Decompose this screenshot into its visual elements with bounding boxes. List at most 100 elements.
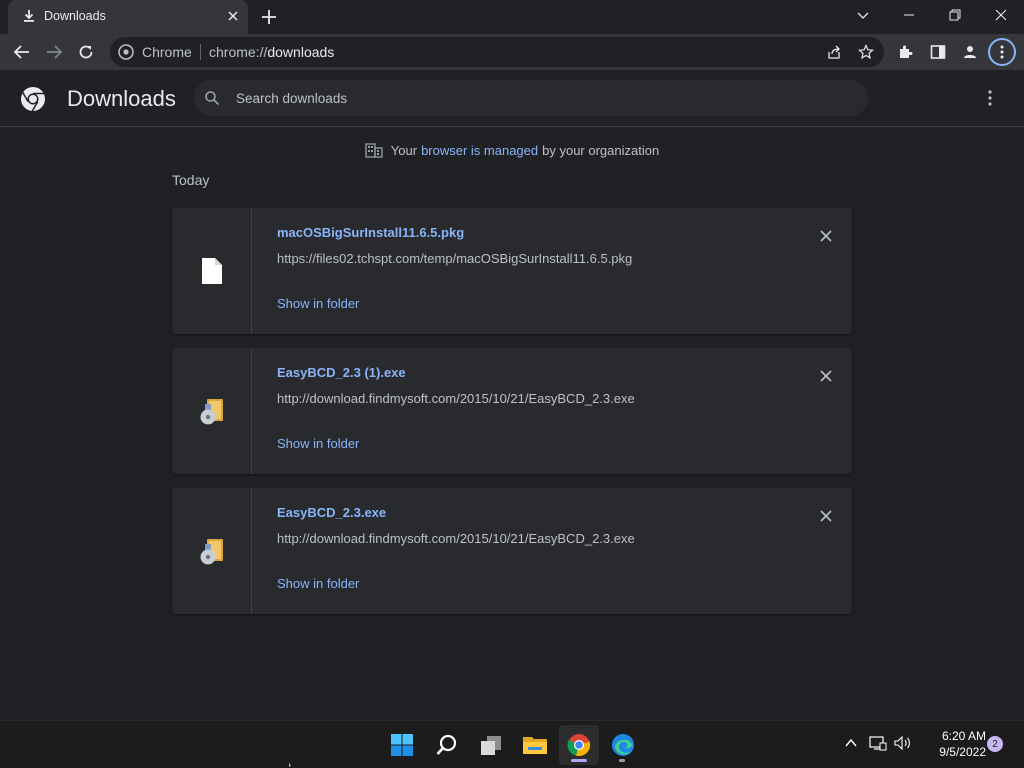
managed-link[interactable]: browser is managed <box>421 143 538 158</box>
star-icon <box>858 44 874 60</box>
search-icon <box>205 91 220 106</box>
show-in-folder-link[interactable]: Show in folder <box>277 576 359 591</box>
download-source-url[interactable]: http://download.findmysoft.com/2015/10/2… <box>277 391 635 406</box>
downloads-header: Downloads <box>0 70 1024 127</box>
file-icon <box>202 258 222 284</box>
more-actions-icon[interactable] <box>980 88 1000 108</box>
new-tab-icon[interactable] <box>258 6 280 28</box>
start-icon <box>391 734 413 756</box>
show-in-folder-link[interactable]: Show in folder <box>277 296 359 311</box>
close-window-button[interactable] <box>978 0 1024 30</box>
omnibox-chip: Chrome <box>142 44 192 60</box>
reload-icon <box>79 45 93 59</box>
search-box[interactable] <box>194 80 868 116</box>
restore-button[interactable] <box>932 0 978 30</box>
show-hidden-icons-button[interactable] <box>841 733 861 753</box>
page-title: Downloads <box>67 86 176 111</box>
taskbar-clock[interactable]: 6:20 AM 9/5/2022 <box>920 728 986 760</box>
tab-downloads[interactable]: Downloads <box>8 0 248 34</box>
bookmark-button[interactable] <box>856 42 876 62</box>
minimize-button[interactable] <box>886 0 932 30</box>
installer-icon <box>200 399 223 425</box>
url-host: downloads <box>267 44 335 60</box>
download-item: macOSBigSurInstall11.6.5.pkg https://fil… <box>172 208 852 334</box>
profile-button[interactable] <box>956 38 984 66</box>
managed-suffix: by your organization <box>542 142 660 158</box>
share-icon <box>828 45 840 59</box>
reload-button[interactable] <box>72 38 100 66</box>
tab-search-button[interactable] <box>840 0 886 30</box>
download-source-url[interactable]: http://download.findmysoft.com/2015/10/2… <box>277 531 635 546</box>
close-icon <box>820 370 832 382</box>
download-source-url[interactable]: https://files02.tchspt.com/temp/macOSBig… <box>277 251 632 266</box>
section-label-today: Today <box>172 172 210 188</box>
remove-download-button[interactable] <box>816 506 836 526</box>
back-button[interactable] <box>8 38 36 66</box>
chrome-icon <box>567 734 591 757</box>
file-explorer-icon <box>523 737 547 754</box>
chrome-logo-icon <box>21 87 45 112</box>
volume-button[interactable] <box>893 733 913 753</box>
browser-toolbar: Chrome chrome://downloads <box>0 34 1024 70</box>
more-vert-icon <box>1000 45 1004 59</box>
managed-prefix: Your <box>390 142 418 158</box>
download-filename-link[interactable]: macOSBigSurInstall11.6.5.pkg <box>277 225 464 240</box>
clock-time: 6:20 AM <box>941 729 986 743</box>
notification-badge[interactable]: 2 <box>987 736 1003 752</box>
volume-icon <box>894 735 910 751</box>
omnibox-url[interactable]: chrome://downloads <box>209 44 334 60</box>
share-button[interactable] <box>824 42 844 62</box>
remove-download-button[interactable] <box>816 366 836 386</box>
managed-notice: Your browser is managed by your organiza… <box>0 140 1024 160</box>
taskbar-search-button[interactable] <box>427 725 467 765</box>
tab-close-icon[interactable] <box>224 7 242 25</box>
person-icon <box>964 46 976 58</box>
download-item: EasyBCD_2.3 (1).exe http://download.find… <box>172 348 852 474</box>
installer-icon <box>200 539 223 565</box>
side-panel-button[interactable] <box>924 38 952 66</box>
running-app-indicator <box>619 759 625 762</box>
forward-button[interactable] <box>40 38 68 66</box>
chrome-menu-button[interactable] <box>988 38 1016 66</box>
extensions-button[interactable] <box>892 38 920 66</box>
search-input[interactable] <box>236 88 836 108</box>
forward-arrow-icon <box>47 45 63 59</box>
file-icon-column <box>172 208 252 334</box>
close-icon <box>820 510 832 522</box>
download-icon <box>24 10 34 22</box>
network-icon <box>869 736 887 751</box>
file-icon-column <box>172 488 252 614</box>
file-explorer-button[interactable] <box>515 725 555 765</box>
puzzle-icon <box>900 45 913 58</box>
task-view-icon <box>481 736 501 755</box>
download-item: EasyBCD_2.3.exe http://download.findmyso… <box>172 488 852 614</box>
back-arrow-icon <box>13 45 29 59</box>
start-button[interactable] <box>382 725 422 765</box>
clock-date: 9/5/2022 <box>939 745 986 759</box>
remove-download-button[interactable] <box>816 226 836 246</box>
chrome-site-icon <box>118 44 134 60</box>
search-icon <box>436 734 457 755</box>
omnibox-separator <box>200 44 201 60</box>
close-icon <box>820 230 832 242</box>
minimize-icon <box>904 14 914 16</box>
network-button[interactable] <box>868 733 888 753</box>
title-bar: Downloads <box>0 0 1024 34</box>
building-icon <box>365 143 383 158</box>
side-panel-icon <box>930 45 946 59</box>
task-view-button[interactable] <box>471 725 511 765</box>
edge-icon <box>612 734 634 756</box>
chevron-up-icon <box>845 738 857 747</box>
close-icon <box>995 9 1007 21</box>
chevron-down-icon <box>857 12 869 19</box>
download-filename-link[interactable]: EasyBCD_2.3 (1).exe <box>277 365 406 380</box>
url-scheme: chrome:// <box>209 44 268 60</box>
show-in-folder-link[interactable]: Show in folder <box>277 436 359 451</box>
mouse-cursor-icon <box>289 760 292 768</box>
tab-title: Downloads <box>44 9 106 23</box>
restore-icon <box>949 9 961 21</box>
file-icon-column <box>172 348 252 474</box>
active-app-indicator <box>571 759 587 762</box>
address-bar[interactable]: Chrome chrome://downloads <box>110 37 884 67</box>
download-filename-link[interactable]: EasyBCD_2.3.exe <box>277 505 386 520</box>
